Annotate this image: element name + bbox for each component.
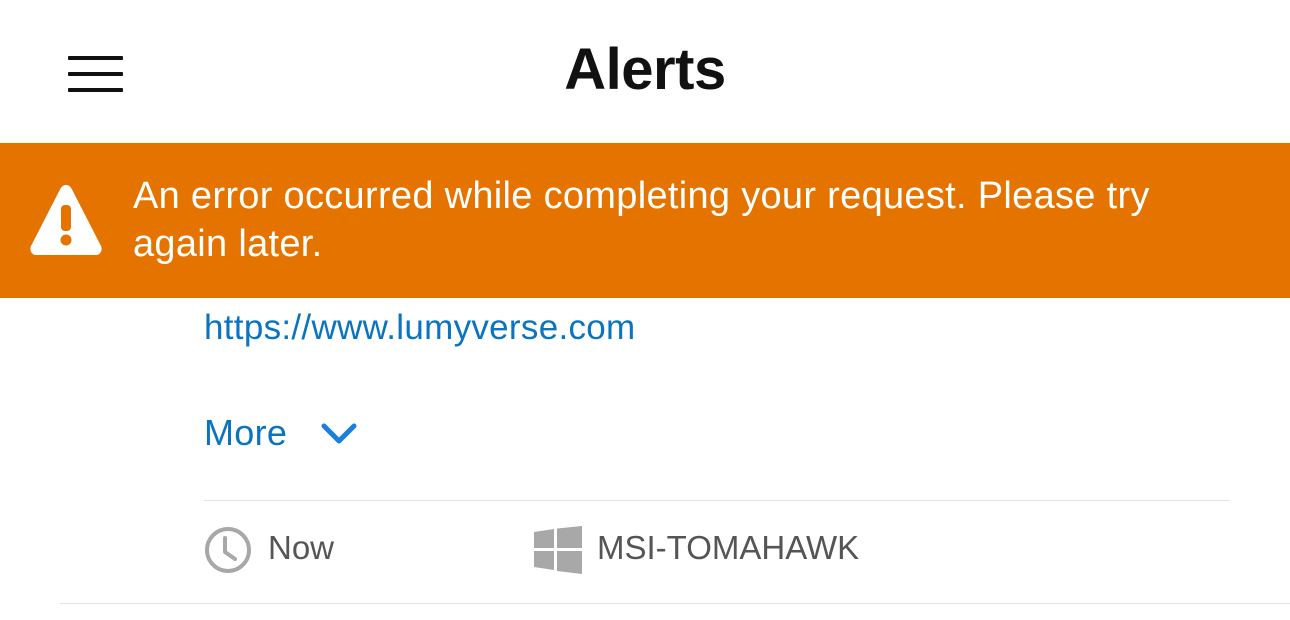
alert-device: MSI-TOMAHAWK: [597, 529, 860, 566]
alert-url-link[interactable]: https://www.lumyverse.com: [204, 308, 636, 348]
clock-icon: [205, 527, 251, 573]
chevron-down-icon: [321, 423, 357, 444]
more-button[interactable]: More: [204, 412, 357, 462]
page-title: Alerts: [564, 37, 726, 102]
app-header: Alerts: [0, 0, 1290, 143]
warning-triangle-icon: [30, 185, 102, 255]
divider: [60, 603, 1290, 604]
more-label: More: [204, 412, 288, 453]
alert-time: Now: [268, 529, 335, 566]
divider: [204, 500, 1230, 501]
windows-icon: [534, 526, 582, 574]
error-message: An error occurred while completing your …: [133, 175, 1150, 265]
